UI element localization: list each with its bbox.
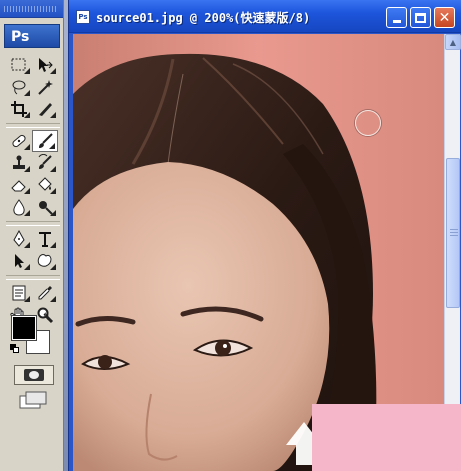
document-title-bar[interactable]: Ps source01.jpg @ 200%(快速蒙版/8) ✕ [69,0,461,33]
eyedropper-icon [38,286,52,300]
screen-mode-button[interactable] [18,390,48,410]
magic-wand-tool[interactable] [32,76,58,98]
history-brush-icon [38,154,52,169]
path-selection-tool[interactable] [6,250,32,272]
type-icon [39,232,51,247]
move-icon [39,58,53,72]
eyedropper-tool[interactable] [32,282,58,304]
move-tool[interactable] [32,54,58,76]
color-swatches: ↰ [8,310,58,358]
crop-tool[interactable] [6,98,32,120]
minimize-button[interactable] [386,7,407,28]
foreground-color-swatch[interactable] [11,315,37,341]
screen-mode-icon [19,391,47,409]
lasso-tool[interactable] [6,76,32,98]
scrollbar-thumb[interactable] [446,158,460,308]
notes-tool[interactable] [6,282,32,304]
scroll-up-arrow-icon[interactable]: ▲ [445,34,461,50]
marquee-icon [11,58,26,71]
path-selection-icon [15,254,24,268]
quick-mask-icon [24,369,44,381]
paint-bucket-tool[interactable] [32,174,58,196]
close-icon: ✕ [438,9,451,26]
close-button[interactable]: ✕ [434,7,455,28]
pink-overlay-block [312,404,461,471]
document-window: Ps source01.jpg @ 200%(快速蒙版/8) ✕ ▲ [68,0,461,471]
shape-icon [37,254,52,267]
lasso-icon [12,80,26,95]
type-tool[interactable] [32,228,58,250]
eraser-icon [11,180,26,192]
clone-stamp-icon [13,155,25,169]
healing-brush-tool[interactable] [6,130,32,152]
default-colors-icon[interactable] [10,344,19,353]
marquee-tool[interactable] [6,54,32,76]
toolbox-grip[interactable] [4,6,58,12]
brush-tool[interactable] [32,130,58,152]
paint-bucket-icon [38,177,52,191]
minimize-icon [392,20,401,23]
toolbox-panel: Ps ↰ [0,0,64,471]
healing-brush-icon [12,134,26,148]
eraser-tool[interactable] [6,174,32,196]
pen-tool[interactable] [6,228,32,250]
document-title: source01.jpg @ 200%(快速蒙版/8) [96,11,311,25]
notes-icon [12,285,26,301]
dodge-icon [39,201,53,215]
history-brush-tool[interactable] [32,152,58,174]
slice-icon [39,103,52,116]
crop-icon [11,101,27,117]
magic-wand-icon [38,80,53,95]
slice-tool[interactable] [32,98,58,120]
maximize-button[interactable] [410,7,431,28]
brush-cursor [355,110,381,136]
toolbox-title-bar[interactable] [0,0,63,18]
swap-colors-icon[interactable]: ↰ [42,312,50,323]
photoshop-logo[interactable]: Ps [4,24,60,48]
blur-icon [13,199,25,216]
photoshop-workspace: Ps ↰ Ps source01.jpg @ 200%(快速蒙版/8) ✕ ▲ [0,0,461,471]
pen-icon [13,230,25,247]
quick-mask-mode-button[interactable] [14,365,54,385]
document-app-icon: Ps [76,10,90,24]
maximize-icon [415,12,426,23]
brush-icon [39,133,53,148]
clone-stamp-tool[interactable] [6,152,32,174]
tool-grid [6,54,60,326]
blur-tool[interactable] [6,196,32,218]
dodge-tool[interactable] [32,196,58,218]
shape-tool[interactable] [32,250,58,272]
